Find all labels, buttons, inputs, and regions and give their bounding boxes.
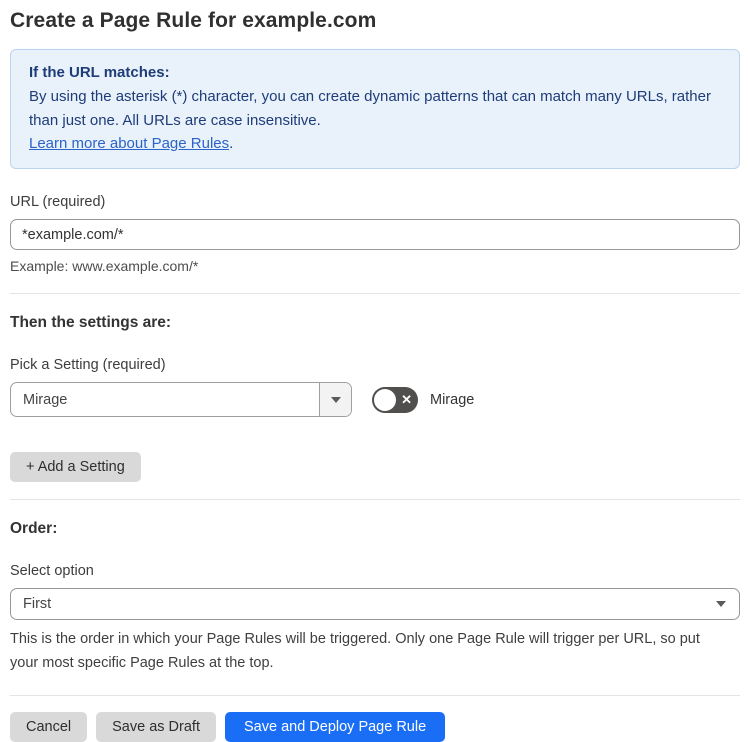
save-as-draft-button[interactable]: Save as Draft	[96, 711, 216, 742]
setting-select-arrow-button[interactable]	[319, 383, 351, 416]
page-title: Create a Page Rule for example.com	[10, 9, 377, 32]
footer-actions: Cancel Save as Draft Save and Deploy Pag…	[10, 711, 740, 742]
info-box-heading: If the URL matches:	[29, 64, 170, 81]
toggle-label: Mirage	[430, 391, 475, 408]
order-select[interactable]: First	[10, 588, 740, 620]
chevron-down-icon	[330, 396, 341, 403]
toggle-knob	[374, 388, 396, 411]
url-field-label: URL (required)	[10, 194, 106, 210]
save-and-deploy-button[interactable]: Save and Deploy Page Rule	[224, 711, 446, 742]
info-box-body: By using the asterisk (*) character, you…	[29, 88, 711, 129]
divider	[10, 499, 740, 500]
url-match-info-box: If the URL matches: By using the asteris…	[10, 49, 740, 169]
order-select-label: Select option	[10, 563, 94, 579]
setting-select-value: Mirage	[23, 391, 68, 408]
order-help-text: This is the order in which your Page Rul…	[10, 631, 700, 671]
x-icon: ✕	[401, 391, 412, 407]
order-section-heading: Order:	[10, 520, 58, 537]
add-setting-button[interactable]: + Add a Setting	[10, 452, 141, 482]
link-suffix: .	[229, 134, 234, 152]
url-input[interactable]	[10, 219, 740, 250]
divider	[10, 293, 740, 294]
info-link-line: Learn more about Page Rules.	[29, 132, 721, 155]
settings-section-heading: Then the settings are:	[10, 314, 172, 331]
url-example-hint: Example: www.example.com/*	[10, 258, 199, 274]
learn-more-link[interactable]: Learn more about Page Rules	[29, 135, 229, 152]
setting-select[interactable]: Mirage	[10, 382, 352, 417]
page-rule-form: Create a Page Rule for example.com If th…	[0, 0, 750, 742]
pick-setting-label: Pick a Setting (required)	[10, 357, 166, 373]
cancel-button[interactable]: Cancel	[10, 711, 88, 742]
divider	[10, 694, 740, 696]
order-select-value: First	[23, 596, 52, 612]
setting-row: Mirage ✕ Mirage	[10, 382, 740, 417]
mirage-toggle[interactable]: ✕	[372, 386, 418, 413]
chevron-down-icon	[716, 601, 726, 607]
